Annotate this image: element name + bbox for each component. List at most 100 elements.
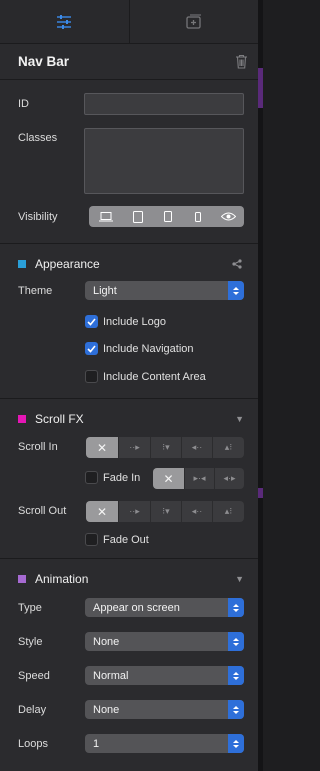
checkbox-empty-icon xyxy=(85,533,98,546)
trash-icon[interactable] xyxy=(235,54,248,69)
include-logo-label: Include Logo xyxy=(103,315,166,328)
visibility-desktop[interactable] xyxy=(89,206,122,227)
style-label: Style xyxy=(18,636,43,648)
checkmark-icon xyxy=(85,315,98,328)
inspector-panel: Nav Bar ID Classes Visibility Appearance… xyxy=(0,0,258,771)
chevron-updown-icon xyxy=(228,700,244,719)
fade-out-label: Fade Out xyxy=(103,533,149,546)
tab-add[interactable] xyxy=(130,0,259,43)
chevron-updown-icon xyxy=(228,666,244,685)
appearance-color-swatch xyxy=(18,260,26,268)
fade-out-checkbox[interactable]: Fade Out xyxy=(85,533,149,546)
loops-select[interactable]: 1 xyxy=(85,734,244,753)
include-navigation-checkbox[interactable]: Include Navigation xyxy=(85,342,194,355)
chevron-updown-icon xyxy=(228,281,244,300)
visibility-phone[interactable] xyxy=(183,206,212,227)
none-x-icon[interactable]: ✕ xyxy=(86,437,119,458)
tablet-landscape-icon xyxy=(132,210,143,223)
phone-icon xyxy=(194,211,201,222)
style-select[interactable]: None xyxy=(85,632,244,651)
slide-down-icon[interactable]: ⁝▾ xyxy=(151,501,182,522)
delay-label: Delay xyxy=(18,704,47,716)
include-logo-checkbox[interactable]: Include Logo xyxy=(85,315,166,328)
animation-title: Animation xyxy=(35,572,89,586)
type-select[interactable]: Appear on screen xyxy=(85,598,244,617)
loops-label: Loops xyxy=(18,738,48,750)
none-x-icon[interactable]: ✕ xyxy=(153,468,185,489)
page-title: Nav Bar xyxy=(18,54,70,69)
inspector-header: Nav Bar xyxy=(0,44,258,80)
speed-label: Speed xyxy=(18,670,50,682)
checkmark-icon xyxy=(85,342,98,355)
scroll-out-options: ✕ ··▸ ⁝▾ ◂·· ▴⁝ xyxy=(86,501,244,522)
expand-icon[interactable]: ◂·▸ xyxy=(215,468,244,489)
include-content-checkbox[interactable]: Include Content Area xyxy=(85,370,206,383)
scroll-fx-color-swatch xyxy=(18,415,26,423)
appearance-header[interactable]: Appearance xyxy=(18,257,100,271)
inspector-tabs xyxy=(0,0,258,44)
slide-right-icon[interactable]: ··▸ xyxy=(119,437,151,458)
desktop-icon xyxy=(98,211,113,221)
loops-select-value: 1 xyxy=(93,737,100,750)
speed-select-value: Normal xyxy=(93,669,129,682)
type-select-value: Appear on screen xyxy=(93,601,180,614)
include-navigation-label: Include Navigation xyxy=(103,342,194,355)
chevron-updown-icon xyxy=(228,734,244,753)
appearance-title: Appearance xyxy=(35,257,100,271)
window-edge xyxy=(258,0,263,771)
scroll-fx-title: Scroll FX xyxy=(35,412,84,426)
fade-in-label: Fade In xyxy=(103,471,141,484)
slide-left-icon[interactable]: ◂·· xyxy=(182,437,213,458)
visibility-tablet-landscape[interactable] xyxy=(122,206,153,227)
style-select-value: None xyxy=(93,635,120,648)
scroll-fx-header[interactable]: Scroll FX xyxy=(18,412,84,426)
shrink-icon[interactable]: ▸·◂ xyxy=(185,468,215,489)
slide-up-icon[interactable]: ▴⁝ xyxy=(213,437,244,458)
theme-label: Theme xyxy=(18,285,53,297)
visibility-preview[interactable] xyxy=(212,206,244,227)
include-content-label: Include Content Area xyxy=(103,370,206,383)
fade-in-checkbox[interactable]: Fade In xyxy=(85,471,140,484)
delay-select[interactable]: None xyxy=(85,700,244,719)
slide-down-icon[interactable]: ⁝▾ xyxy=(151,437,182,458)
speed-select[interactable]: Normal xyxy=(85,666,244,685)
slide-left-icon[interactable]: ◂·· xyxy=(182,501,213,522)
slide-up-icon[interactable]: ▴⁝ xyxy=(213,501,244,522)
slide-right-icon[interactable]: ··▸ xyxy=(119,501,151,522)
animation-color-swatch xyxy=(18,575,26,583)
collapse-triangle-icon[interactable]: ▼ xyxy=(235,414,244,424)
checkbox-empty-icon xyxy=(85,471,98,484)
classes-label: Classes xyxy=(18,132,58,144)
fade-in-options: ✕ ▸·◂ ◂·▸ xyxy=(153,468,244,489)
appearance-section: Appearance Theme Light Include Logo Incl… xyxy=(0,244,258,399)
id-field[interactable] xyxy=(84,93,244,115)
add-square-icon xyxy=(186,14,201,29)
window-edge-highlight xyxy=(258,488,263,498)
tablet-portrait-icon xyxy=(164,211,172,222)
scroll-in-options: ✕ ··▸ ⁝▾ ◂·· ▴⁝ xyxy=(86,437,244,458)
eye-icon xyxy=(220,212,236,221)
theme-select-value: Light xyxy=(93,284,117,297)
sliders-icon xyxy=(57,14,72,29)
scroll-in-label: Scroll In xyxy=(18,441,58,453)
attributes-section: ID Classes Visibility xyxy=(0,80,258,244)
none-x-icon[interactable]: ✕ xyxy=(86,501,119,522)
visibility-tablet-portrait[interactable] xyxy=(153,206,183,227)
scroll-out-label: Scroll Out xyxy=(18,505,67,517)
delay-select-value: None xyxy=(93,703,120,716)
share-icon[interactable] xyxy=(232,259,242,269)
classes-field[interactable] xyxy=(84,128,244,194)
type-label: Type xyxy=(18,602,42,614)
id-label: ID xyxy=(18,98,29,110)
collapse-triangle-icon[interactable]: ▼ xyxy=(235,574,244,584)
visibility-toggle xyxy=(89,206,244,227)
animation-header[interactable]: Animation xyxy=(18,572,88,586)
chevron-updown-icon xyxy=(228,632,244,651)
tab-style[interactable] xyxy=(0,0,130,43)
window-edge-highlight xyxy=(258,68,263,108)
scroll-fx-section: Scroll FX ▼ Scroll In ✕ ··▸ ⁝▾ ◂·· ▴⁝ Fa… xyxy=(0,399,258,559)
theme-select[interactable]: Light xyxy=(85,281,244,300)
visibility-label: Visibility xyxy=(18,211,58,223)
animation-section: Animation ▼ Type Appear on screen Style … xyxy=(0,559,258,769)
checkbox-empty-icon xyxy=(85,370,98,383)
